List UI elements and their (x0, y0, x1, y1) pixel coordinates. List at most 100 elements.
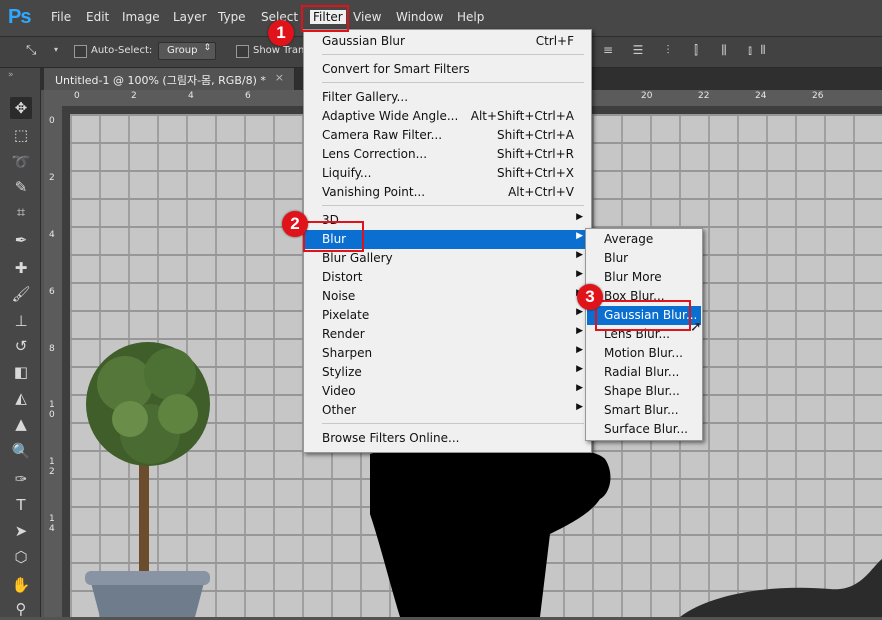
crop-tool-icon[interactable]: ⌗ (10, 201, 32, 223)
filter-menu-item-lens-correction[interactable]: Lens Correction... Shift+Ctrl+R (305, 145, 590, 164)
auto-select-checkbox[interactable] (74, 45, 87, 58)
ruler-label: 1 2 (49, 457, 55, 477)
filter-menu-item-stylize[interactable]: Stylize ▶ (305, 363, 590, 382)
menu-view[interactable]: View (353, 10, 381, 24)
pen-tool-icon[interactable]: ✑ (10, 468, 32, 490)
menu-window[interactable]: Window (396, 10, 443, 24)
type-tool-icon[interactable]: T (10, 494, 32, 516)
filter-menu-item-adaptive-wide-angle[interactable]: Adaptive Wide Angle... Alt+Shift+Ctrl+A (305, 107, 590, 126)
filter-menu-item-sharpen[interactable]: Sharpen ▶ (305, 344, 590, 363)
menu-file[interactable]: File (51, 10, 71, 24)
filter-menu-item-video[interactable]: Video ▶ (305, 382, 590, 401)
step-badge-2: 2 (282, 211, 308, 237)
move-tool-icon[interactable]: ✥ (10, 97, 32, 119)
align-bottom-icon[interactable]: ⫶ (660, 43, 676, 57)
ruler-label: 20 (641, 91, 653, 101)
path-selection-tool-icon[interactable]: ➤ (10, 520, 32, 542)
submenu-arrow-icon: ▶ (576, 269, 583, 279)
blur-item-blur[interactable]: Blur (587, 249, 701, 268)
filter-menu-item-vanishing-point[interactable]: Vanishing Point... Alt+Ctrl+V (305, 183, 590, 202)
step-badge-3: 3 (577, 284, 603, 310)
ruler-label: 6 (49, 287, 55, 297)
clone-stamp-tool-icon[interactable]: ⊥ (10, 310, 32, 332)
auto-select-group-dropdown[interactable]: Group ⇕ (158, 42, 216, 60)
show-transform-checkbox[interactable] (236, 45, 249, 58)
blur-item-blur-more[interactable]: Blur More (587, 268, 701, 287)
blur-item-smart-blur[interactable]: Smart Blur... (587, 401, 701, 420)
align-vcenter-icon[interactable]: ☰ (630, 43, 646, 57)
blur-item-radial-blur[interactable]: Radial Blur... (587, 363, 701, 382)
quick-selection-tool-icon[interactable]: ✎ (10, 176, 32, 198)
filter-menu-item-pixelate[interactable]: Pixelate ▶ (305, 306, 590, 325)
menu-image[interactable]: Image (122, 10, 160, 24)
ruler-label: 0 (74, 91, 80, 101)
filter-menu-item-gaussian-blur-last[interactable]: Gaussian Blur Ctrl+F (305, 32, 590, 51)
marquee-tool-icon[interactable]: ⬚ (10, 124, 32, 146)
ruler-label: 1 4 (49, 514, 55, 534)
ruler-label: 4 (188, 91, 194, 101)
healing-brush-tool-icon[interactable]: ✚ (10, 257, 32, 279)
blur-item-average[interactable]: Average (587, 230, 701, 249)
brush-tool-icon[interactable]: 🖌 (10, 283, 32, 305)
submenu-arrow-icon: ▶ (576, 402, 583, 412)
blur-item-motion-blur[interactable]: Motion Blur... (587, 344, 701, 363)
eraser-tool-icon[interactable]: ◧ (10, 361, 32, 383)
move-tool-icon[interactable]: ⤡ (26, 43, 36, 58)
close-tab-icon[interactable]: × (275, 71, 284, 84)
filter-menu-item-liquify[interactable]: Liquify... Shift+Ctrl+X (305, 164, 590, 183)
menu-layer[interactable]: Layer (173, 10, 206, 24)
annotation-highlight-blur (303, 221, 364, 252)
submenu-arrow-icon: ▶ (576, 307, 583, 317)
lasso-tool-icon[interactable]: ➰ (10, 151, 32, 173)
align-hcenter-icon[interactable]: ⫼ (716, 43, 732, 57)
eyedropper-tool-icon[interactable]: ✒ (10, 229, 32, 251)
submenu-arrow-icon: ▶ (576, 364, 583, 374)
blur-tool-icon[interactable]: ▲ (10, 413, 32, 435)
hand-tool-icon[interactable]: ✋ (10, 574, 32, 596)
document-tab[interactable]: Untitled-1 @ 100% (그림자-몸, RGB/8) * × (44, 68, 295, 90)
paint-bucket-tool-icon[interactable]: ◭ (10, 387, 32, 409)
filter-menu-item-render[interactable]: Render ▶ (305, 325, 590, 344)
vertical-ruler[interactable]: 0 2 4 6 8 1 0 1 2 1 4 (44, 106, 63, 617)
menu-separator (322, 205, 584, 206)
filter-menu-item-convert-smart-filters[interactable]: Convert for Smart Filters (305, 60, 590, 79)
annotation-highlight-gaussian-blur (595, 300, 691, 331)
panel-collapse-icon[interactable]: » (8, 70, 14, 80)
menu-separator (322, 54, 584, 55)
history-brush-tool-icon[interactable]: ↺ (10, 335, 32, 357)
submenu-arrow-icon: ▶ (576, 212, 583, 222)
distribute-icon[interactable]: ⦀ (755, 43, 771, 57)
auto-select-label: Auto-Select: (91, 45, 153, 56)
blur-item-surface-blur[interactable]: Surface Blur... (587, 420, 701, 439)
filter-menu-item-filter-gallery[interactable]: Filter Gallery... (305, 88, 590, 107)
ruler-label: 2 (49, 173, 55, 183)
menu-edit[interactable]: Edit (86, 10, 109, 24)
submenu-arrow-icon: ▶ (576, 326, 583, 336)
ruler-label: 8 (49, 344, 55, 354)
filter-menu-item-camera-raw[interactable]: Camera Raw Filter... Shift+Ctrl+A (305, 126, 590, 145)
shape-tool-icon[interactable]: ⬡ (10, 546, 32, 568)
menu-type[interactable]: Type (218, 10, 246, 24)
dodge-tool-icon[interactable]: 🔍 (10, 440, 32, 462)
filter-menu-item-noise[interactable]: Noise▶ (305, 287, 590, 306)
blur-item-shape-blur[interactable]: Shape Blur... (587, 382, 701, 401)
ruler-label: 1 0 (49, 400, 55, 420)
filter-menu-item-browse-online[interactable]: Browse Filters Online... (305, 429, 590, 448)
submenu-arrow-icon: ▶ (576, 231, 583, 241)
menu-help[interactable]: Help (457, 10, 484, 24)
ruler-label: 2 (131, 91, 137, 101)
submenu-arrow-icon: ▶ (576, 250, 583, 260)
menu-separator (322, 423, 584, 424)
ruler-label: 26 (812, 91, 824, 101)
mouse-pointer-icon: ➚ (690, 319, 702, 335)
filter-menu-item-other[interactable]: Other ▶ (305, 401, 590, 420)
ruler-origin[interactable] (44, 90, 64, 106)
filter-menu-item-distort[interactable]: Distort ▶ (305, 268, 590, 287)
align-left-icon[interactable]: ⫿ (688, 43, 704, 57)
tool-preset-chevron-icon[interactable]: ▾ (54, 45, 58, 54)
align-top-icon[interactable]: ≡ (600, 43, 616, 57)
submenu-arrow-icon: ▶ (576, 383, 583, 393)
ruler-label: 0 (49, 116, 55, 126)
blur-submenu: Average Blur Blur More Box Blur... Gauss… (585, 228, 703, 441)
step-badge-1: 1 (268, 20, 294, 46)
